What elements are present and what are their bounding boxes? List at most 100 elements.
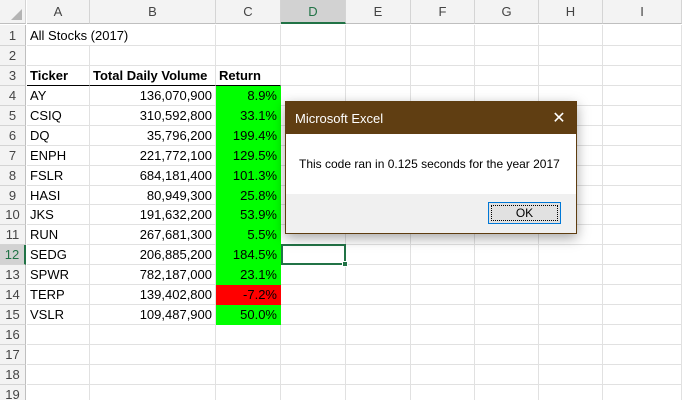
volume-cell[interactable]: 684,181,400 <box>90 166 216 186</box>
row-header-11[interactable]: 11 <box>0 225 26 245</box>
ticker-cell[interactable]: ENPH <box>27 146 90 166</box>
empty-cell[interactable] <box>90 345 216 365</box>
empty-cell[interactable] <box>539 265 603 285</box>
row-header-17[interactable]: 17 <box>0 345 26 365</box>
empty-cell[interactable] <box>603 285 682 305</box>
empty-cell[interactable] <box>346 305 411 325</box>
empty-cell[interactable] <box>281 345 346 365</box>
column-header-i[interactable]: I <box>603 0 682 24</box>
empty-cell[interactable] <box>411 245 475 265</box>
return-cell[interactable]: 50.0% <box>216 305 281 325</box>
column-header-g[interactable]: G <box>475 0 539 24</box>
empty-cell[interactable] <box>475 25 539 46</box>
empty-cell[interactable] <box>346 385 411 400</box>
empty-cell[interactable] <box>475 385 539 400</box>
empty-cell[interactable] <box>475 285 539 305</box>
empty-cell[interactable] <box>281 365 346 385</box>
volume-cell[interactable]: 267,681,300 <box>90 225 216 245</box>
ticker-cell[interactable]: VSLR <box>27 305 90 325</box>
volume-cell[interactable]: 221,772,100 <box>90 146 216 166</box>
empty-cell[interactable] <box>90 325 216 345</box>
row-header-5[interactable]: 5 <box>0 106 26 126</box>
empty-cell[interactable] <box>216 325 281 345</box>
empty-cell[interactable] <box>281 285 346 305</box>
empty-cell[interactable] <box>27 385 90 400</box>
empty-cell[interactable] <box>346 325 411 345</box>
empty-cell[interactable] <box>90 46 216 66</box>
empty-cell[interactable] <box>475 265 539 285</box>
ticker-cell[interactable]: SPWR <box>27 265 90 285</box>
empty-cell[interactable] <box>603 345 682 365</box>
empty-cell[interactable] <box>346 245 411 265</box>
volume-cell[interactable]: 139,402,800 <box>90 285 216 305</box>
empty-cell[interactable] <box>281 46 346 66</box>
row-header-8[interactable]: 8 <box>0 166 26 186</box>
empty-cell[interactable] <box>346 285 411 305</box>
empty-cell[interactable] <box>346 66 411 86</box>
row-header-3[interactable]: 3 <box>0 66 26 86</box>
ticker-cell[interactable]: FSLR <box>27 166 90 186</box>
return-cell[interactable]: 23.1% <box>216 265 281 285</box>
row-header-19[interactable]: 19 <box>0 385 26 400</box>
active-cell-selection[interactable] <box>281 244 348 267</box>
ticker-cell[interactable]: CSIQ <box>27 106 90 126</box>
column-header-f[interactable]: F <box>411 0 475 24</box>
ticker-cell[interactable]: SEDG <box>27 245 90 265</box>
volume-cell[interactable]: 782,187,000 <box>90 265 216 285</box>
empty-cell[interactable] <box>539 245 603 265</box>
header-ticker[interactable]: Ticker <box>27 66 90 86</box>
empty-cell[interactable] <box>539 66 603 86</box>
empty-cell[interactable] <box>603 385 682 400</box>
return-cell[interactable]: 184.5% <box>216 245 281 265</box>
return-cell[interactable]: 129.5% <box>216 146 281 166</box>
empty-cell[interactable] <box>27 46 90 66</box>
volume-cell[interactable]: 109,487,900 <box>90 305 216 325</box>
empty-cell[interactable] <box>475 345 539 365</box>
empty-cell[interactable] <box>603 166 682 186</box>
empty-cell[interactable] <box>281 265 346 285</box>
ticker-cell[interactable]: DQ <box>27 126 90 146</box>
empty-cell[interactable] <box>411 365 475 385</box>
empty-cell[interactable] <box>539 285 603 305</box>
empty-cell[interactable] <box>411 265 475 285</box>
column-header-a[interactable]: A <box>27 0 90 24</box>
empty-cell[interactable] <box>281 305 346 325</box>
ticker-cell[interactable]: HASI <box>27 186 90 205</box>
return-cell[interactable]: 8.9% <box>216 86 281 106</box>
empty-cell[interactable] <box>603 365 682 385</box>
select-all-corner[interactable] <box>0 0 26 24</box>
empty-cell[interactable] <box>90 365 216 385</box>
column-header-e[interactable]: E <box>346 0 411 24</box>
empty-cell[interactable] <box>411 305 475 325</box>
empty-cell[interactable] <box>411 25 475 46</box>
empty-cell[interactable] <box>27 345 90 365</box>
empty-cell[interactable] <box>603 25 682 46</box>
row-header-13[interactable]: 13 <box>0 265 26 285</box>
row-header-12[interactable]: 12 <box>0 245 26 265</box>
close-icon[interactable]: ✕ <box>542 102 576 134</box>
ticker-cell[interactable]: JKS <box>27 205 90 225</box>
return-cell[interactable]: -7.2% <box>216 285 281 305</box>
volume-cell[interactable]: 35,796,200 <box>90 126 216 146</box>
empty-cell[interactable] <box>603 245 682 265</box>
empty-cell[interactable] <box>90 385 216 400</box>
empty-cell[interactable] <box>603 305 682 325</box>
column-header-b[interactable]: B <box>90 0 216 24</box>
row-header-6[interactable]: 6 <box>0 126 26 146</box>
row-header-4[interactable]: 4 <box>0 86 26 106</box>
empty-cell[interactable] <box>603 126 682 146</box>
row-header-18[interactable]: 18 <box>0 365 26 385</box>
ticker-cell[interactable]: AY <box>27 86 90 106</box>
empty-cell[interactable] <box>603 86 682 106</box>
empty-cell[interactable] <box>475 245 539 265</box>
ticker-cell[interactable]: TERP <box>27 285 90 305</box>
ok-button[interactable]: OK <box>488 202 561 224</box>
empty-cell[interactable] <box>281 25 346 46</box>
row-header-14[interactable]: 14 <box>0 285 26 305</box>
empty-cell[interactable] <box>216 25 281 46</box>
empty-cell[interactable] <box>539 305 603 325</box>
empty-cell[interactable] <box>475 66 539 86</box>
empty-cell[interactable] <box>411 385 475 400</box>
return-cell[interactable]: 25.8% <box>216 186 281 205</box>
volume-cell[interactable]: 310,592,800 <box>90 106 216 126</box>
